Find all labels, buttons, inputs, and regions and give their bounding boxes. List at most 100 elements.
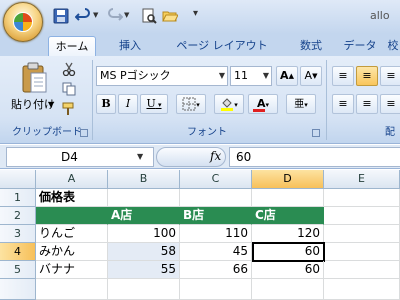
cell-c1[interactable]	[180, 189, 252, 207]
grow-font-icon[interactable]: A▲	[276, 66, 298, 86]
fill-color-icon[interactable]: ▾	[214, 94, 244, 114]
underline-button[interactable]: U ▾	[140, 94, 168, 114]
cell-b4[interactable]: 58	[108, 243, 180, 261]
paste-icon[interactable]	[20, 62, 48, 94]
tab-page-layout[interactable]: ページ レイアウト	[160, 36, 284, 56]
save-icon[interactable]	[53, 8, 69, 24]
cell-d4-active[interactable]: 60	[252, 242, 325, 262]
paste-dropdown-icon[interactable]: ▼	[48, 100, 54, 109]
cell-d1[interactable]	[252, 189, 324, 207]
format-painter-icon[interactable]	[62, 102, 76, 116]
cell-c5[interactable]: 66	[180, 261, 252, 279]
cell-d3[interactable]: 120	[252, 225, 324, 243]
clipboard-group-label: クリップボード	[12, 127, 82, 138]
column-header-e[interactable]: E	[324, 170, 400, 189]
select-all-corner[interactable]	[0, 170, 36, 189]
undo-icon[interactable]	[74, 8, 91, 24]
cell-b6[interactable]	[108, 279, 180, 300]
office-logo-icon	[13, 12, 33, 32]
open-folder-icon[interactable]	[162, 8, 179, 24]
align-center-icon[interactable]: ≡	[356, 94, 378, 114]
cell-b5[interactable]: 55	[108, 261, 180, 279]
font-name-value: MS Pゴシック	[100, 69, 171, 82]
column-header-a[interactable]: A	[36, 170, 108, 189]
row-header-4[interactable]: 4	[0, 243, 36, 261]
insert-function-icon[interactable]: fx	[210, 149, 221, 163]
tab-formulas[interactable]: 数式	[290, 36, 332, 56]
shrink-font-icon[interactable]: A▼	[300, 66, 322, 86]
tab-insert[interactable]: 挿入	[110, 36, 150, 56]
worksheet-grid: A B C D E 1 2 3 4 5 価格表 A店 B店 C店 りんご 100…	[0, 170, 400, 300]
cut-icon[interactable]	[62, 62, 76, 77]
font-group-label: フォント	[187, 127, 227, 138]
align-middle-icon[interactable]: ≡	[356, 66, 378, 86]
ribbon-tabs: ホーム 挿入 ページ レイアウト 数式 データ 校	[0, 34, 400, 56]
group-separator	[326, 60, 327, 140]
customize-qat-icon[interactable]: ▾	[193, 8, 198, 19]
chevron-down-icon: ▼	[218, 71, 225, 80]
copy-icon[interactable]	[62, 82, 76, 96]
clipboard-launcher-icon[interactable]	[80, 129, 88, 137]
chevron-down-icon[interactable]: ▼	[137, 152, 143, 161]
column-header-b[interactable]: B	[108, 170, 180, 189]
cell-c6[interactable]	[180, 279, 252, 300]
underline-label: U	[146, 97, 156, 110]
cell-a5[interactable]: バナナ	[36, 261, 108, 279]
redo-icon[interactable]	[107, 8, 124, 24]
align-left-icon[interactable]: ≡	[332, 94, 354, 114]
borders-icon[interactable]: ▾	[176, 94, 206, 114]
font-color-icon[interactable]: A ▾	[248, 94, 278, 114]
align-right-icon[interactable]: ≡	[380, 94, 400, 114]
column-header-c[interactable]: C	[180, 170, 252, 189]
name-box[interactable]: D4	[6, 147, 154, 167]
cell-c4[interactable]: 45	[180, 243, 252, 261]
row-header-2[interactable]: 2	[0, 207, 36, 225]
font-size-dropdown[interactable]: 11 ▼	[230, 66, 272, 86]
cell-a1[interactable]: 価格表	[36, 189, 108, 207]
cell-c2[interactable]: B店	[180, 207, 252, 225]
cell-a2[interactable]	[36, 207, 108, 225]
cell-e2[interactable]	[324, 207, 400, 225]
cell-e6[interactable]	[324, 279, 400, 300]
tab-review[interactable]: 校	[386, 36, 400, 56]
ribbon: 貼り付け ▼ クリップボード MS Pゴシック ▼ 11 ▼ A▲ A▼ B I…	[0, 56, 400, 144]
formula-bar: D4 ▼ fx 60	[0, 145, 400, 169]
italic-button[interactable]: I	[118, 94, 138, 114]
group-separator	[92, 60, 93, 140]
formula-input[interactable]: 60	[229, 147, 400, 167]
phonetic-icon[interactable]: 亜▾	[286, 94, 316, 114]
tab-home[interactable]: ホーム	[48, 36, 96, 56]
cell-a3[interactable]: りんご	[36, 225, 108, 243]
align-top-icon[interactable]: ≡	[332, 66, 354, 86]
row-header-5[interactable]: 5	[0, 261, 36, 279]
title-bar: ▼ ▼ ▾ allo	[0, 0, 400, 34]
cell-b3[interactable]: 100	[108, 225, 180, 243]
cell-e5[interactable]	[324, 261, 400, 279]
bold-button[interactable]: B	[96, 94, 116, 114]
row-header-6[interactable]	[0, 279, 36, 300]
alignment-group-label: 配	[385, 127, 395, 138]
align-bottom-icon[interactable]: ≡	[380, 66, 400, 86]
font-name-dropdown[interactable]: MS Pゴシック ▼	[96, 66, 228, 86]
cell-b2[interactable]: A店	[108, 207, 180, 225]
cell-b1[interactable]	[108, 189, 180, 207]
cell-d5[interactable]: 60	[252, 261, 324, 279]
cell-e3[interactable]	[324, 225, 400, 243]
print-preview-icon[interactable]	[141, 8, 157, 24]
cell-e1[interactable]	[324, 189, 400, 207]
redo-dropdown-icon[interactable]: ▼	[124, 11, 130, 19]
undo-dropdown-icon[interactable]: ▼	[93, 11, 99, 19]
tab-data[interactable]: データ	[335, 36, 385, 56]
cell-c3[interactable]: 110	[180, 225, 252, 243]
cell-d2[interactable]: C店	[252, 207, 324, 225]
cell-a6[interactable]	[36, 279, 108, 300]
row-header-3[interactable]: 3	[0, 225, 36, 243]
cell-d6[interactable]	[252, 279, 324, 300]
column-header-d[interactable]: D	[252, 170, 324, 189]
cell-e4[interactable]	[325, 243, 400, 261]
cell-a4[interactable]: みかん	[36, 243, 108, 261]
office-button[interactable]	[3, 2, 43, 42]
row-header-1[interactable]: 1	[0, 189, 36, 207]
font-launcher-icon[interactable]	[312, 129, 320, 137]
chevron-down-icon: ▼	[262, 71, 269, 80]
